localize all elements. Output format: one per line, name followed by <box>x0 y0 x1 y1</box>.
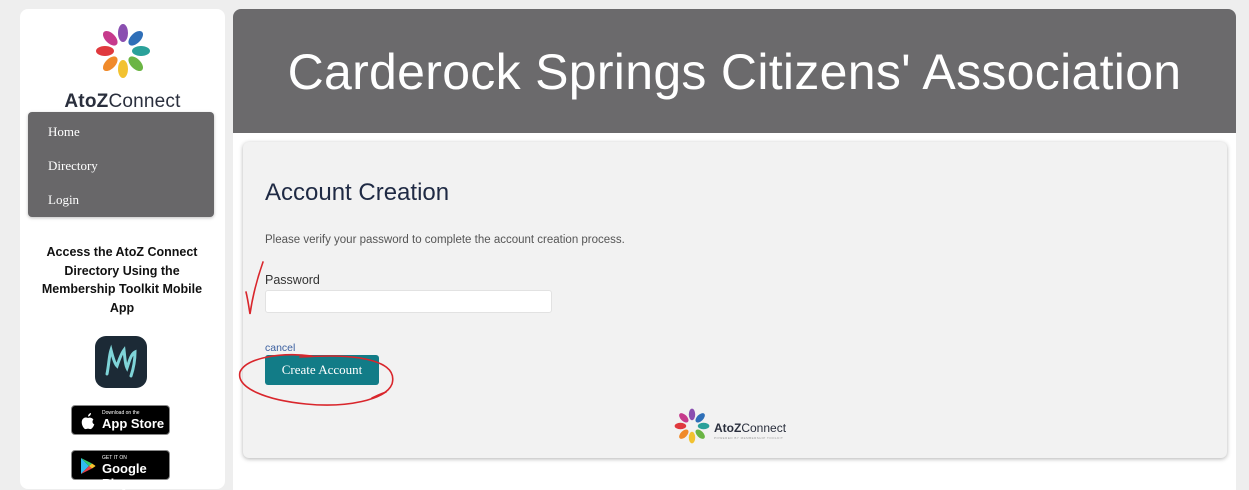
mobile-app-promo: Access the AtoZ Connect Directory Using … <box>41 245 203 315</box>
left-sidebar: AtoZConnect Home Directory Login Access … <box>20 9 225 490</box>
app-store-button[interactable]: Download on the App Store <box>71 405 170 435</box>
footer-brand-name: AtoZConnect <box>714 421 787 435</box>
footer-tagline: POWERED BY MEMBERSHIP TOOLKIT <box>714 436 784 440</box>
main-nav: Home Directory Login <box>28 112 214 217</box>
brand-logo[interactable]: AtoZConnect <box>20 23 225 113</box>
google-play-label: Google Play <box>102 461 147 490</box>
header-banner: Carderock Springs Citizens' Association <box>233 9 1236 133</box>
page-title: Account Creation <box>265 179 450 206</box>
google-play-icon <box>81 458 96 474</box>
flower-logo-icon <box>96 24 150 78</box>
instructions-text: Please verify your password to complete … <box>265 234 625 246</box>
google-play-button[interactable]: GET IT ON Google Play <box>71 450 170 490</box>
app-store-label: App Store <box>102 416 165 431</box>
nav-item-directory[interactable]: Directory <box>48 158 98 174</box>
membership-toolkit-m-icon <box>105 344 137 378</box>
create-account-button[interactable]: Create Account <box>265 355 379 385</box>
nav-item-login[interactable]: Login <box>48 192 79 208</box>
apple-icon <box>81 413 95 430</box>
membership-toolkit-app-icon[interactable] <box>95 336 147 388</box>
password-input[interactable] <box>265 290 552 313</box>
brand-name: AtoZConnect <box>64 91 181 112</box>
site-title: Carderock Springs Citizens' Association <box>287 44 1182 100</box>
footer-logo: AtoZConnect POWERED BY MEMBERSHIP TOOLKI… <box>674 408 804 448</box>
nav-item-home[interactable]: Home <box>48 124 80 140</box>
account-creation-card: Account Creation Please verify your pass… <box>243 142 1227 458</box>
cancel-link[interactable]: cancel <box>265 342 295 354</box>
footer-flower-logo-icon <box>674 408 710 444</box>
password-label: Password <box>265 273 320 287</box>
